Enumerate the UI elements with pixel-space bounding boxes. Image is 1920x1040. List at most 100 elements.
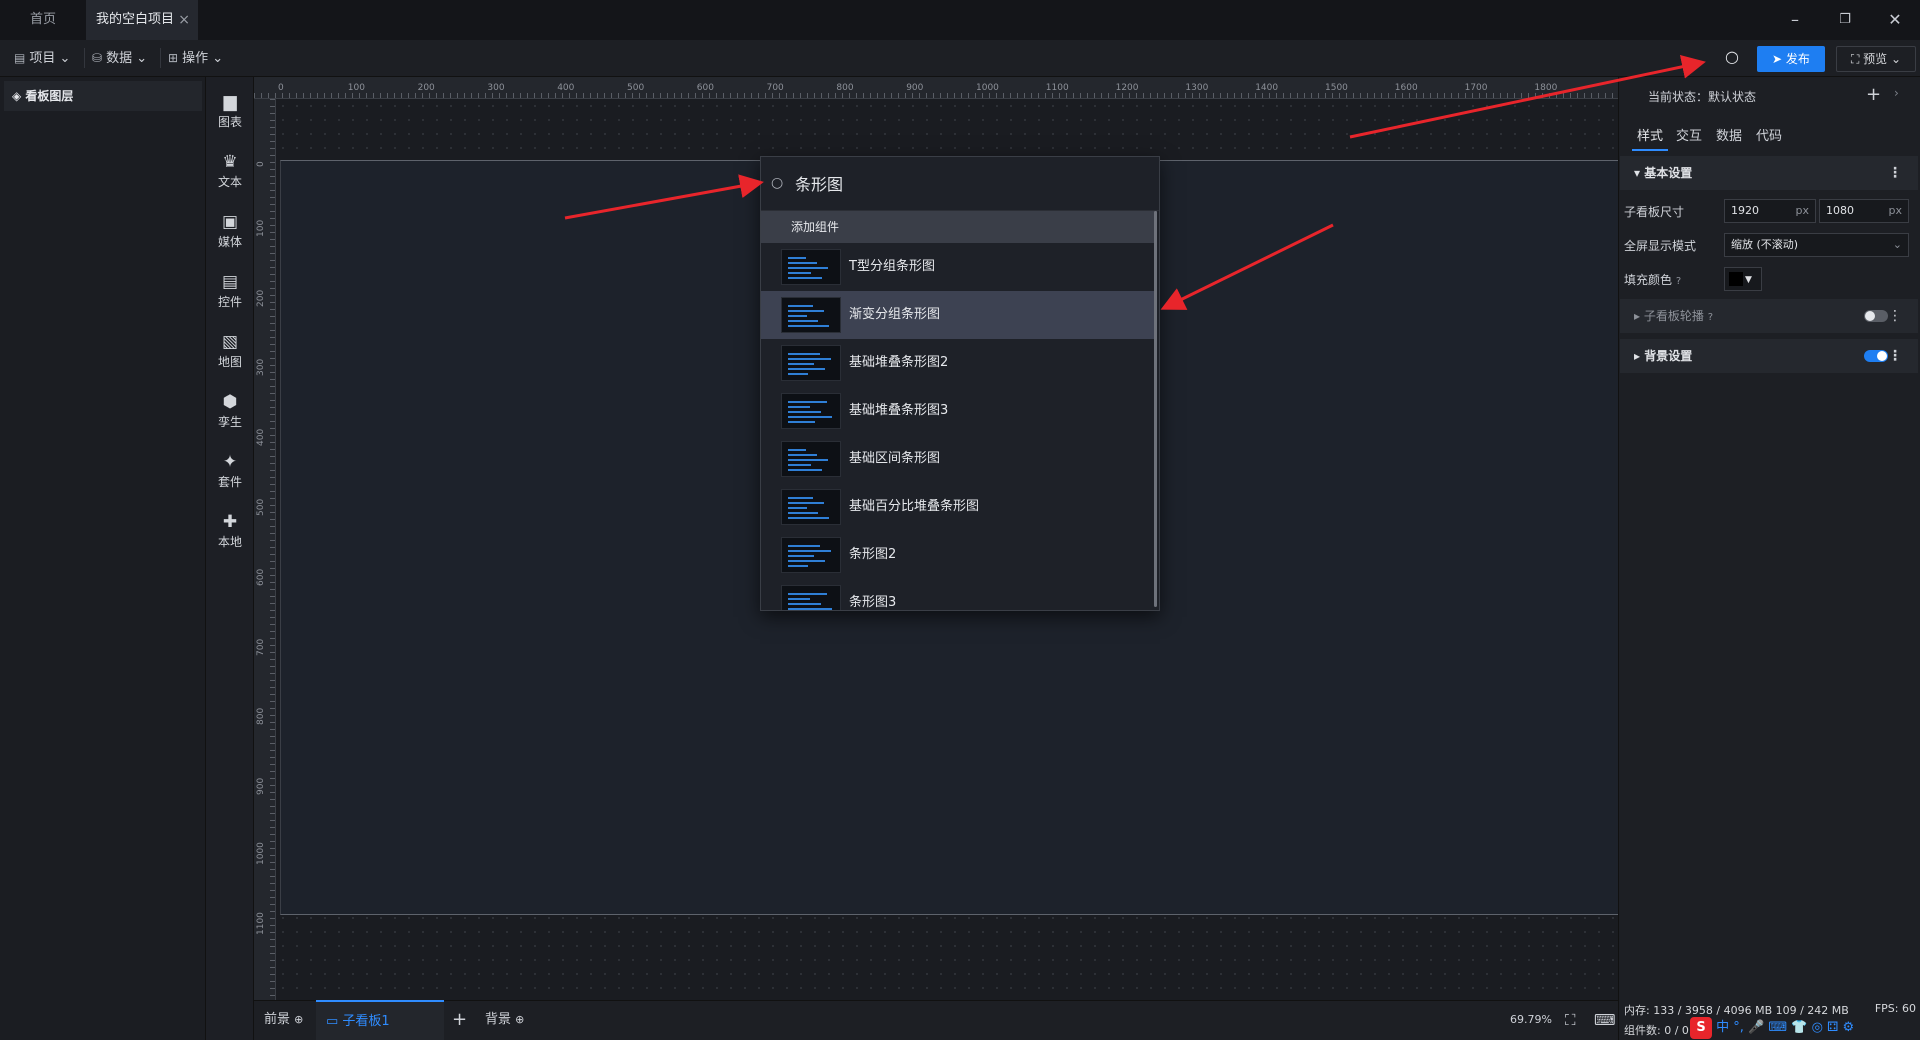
tab-code[interactable]: 代码 <box>1756 123 1782 151</box>
sidebar-item-kit[interactable]: ✦ 套件 <box>206 444 254 500</box>
more-icon[interactable]: ⋮ <box>1888 156 1902 190</box>
add-circle-icon[interactable]: ⊕ <box>294 1013 303 1026</box>
current-state-label: 当前状态：默认状态 <box>1648 90 1757 104</box>
add-state-icon[interactable]: + <box>1866 84 1881 105</box>
ruler-tick-label: 600 <box>256 568 266 586</box>
chevron-down-icon: ⌄ <box>1892 238 1902 251</box>
sidebar-item-map[interactable]: ▧ 地图 <box>206 324 254 380</box>
component-result-item[interactable]: 基础百分比堆叠条形图 <box>761 483 1157 531</box>
height-input[interactable]: 1080 px <box>1819 199 1909 223</box>
component-result-item[interactable]: 基础堆叠条形图2 <box>761 339 1157 387</box>
ime-icons[interactable]: 中 °, 🎤 ⌨ 👕 ◎ ⚃ ⚙ <box>1716 1020 1854 1035</box>
add-circle-icon[interactable]: ⊕ <box>515 1013 524 1026</box>
ruler-tick-label: 300 <box>256 359 266 377</box>
ruler-tick-label: 1000 <box>976 83 999 93</box>
component-result-item[interactable]: 条形图2 <box>761 531 1157 579</box>
component-search-dropdown: ○ 条形图 添加组件 T型分组条形图 渐变分组条形图 基础堆叠条形图2 基础堆叠条形图… <box>760 156 1160 611</box>
sidebar-item-local[interactable]: ✚ 本地 <box>206 504 254 560</box>
sidebar-item-control[interactable]: ▤ 控件 <box>206 264 254 320</box>
data-menu[interactable]: ⛁ 数据 ⌄ <box>92 40 147 77</box>
component-result-item[interactable]: 基础堆叠条形图3 <box>761 387 1157 435</box>
caret-down-icon: ▾ <box>1634 166 1645 180</box>
ruler-tick-label: 400 <box>557 83 575 93</box>
close-tab-icon[interactable]: × <box>178 0 190 40</box>
publish-button[interactable]: ➤ 发布 <box>1757 46 1825 72</box>
restore-icon[interactable]: ❐ <box>1820 0 1870 40</box>
ruler-tick-label: 1100 <box>256 911 266 935</box>
component-result-item[interactable]: 渐变分组条形图 <box>761 291 1157 339</box>
zoom-level[interactable]: 69.79% <box>1510 1000 1552 1040</box>
section-background-settings[interactable]: ▸ 背景设置 ⋮ <box>1620 339 1918 373</box>
project-menu[interactable]: ▤ 项目 ⌄ <box>14 40 70 77</box>
component-count: 组件数: 0 / 0 <box>1624 1024 1689 1037</box>
tab-project[interactable]: 我的空白项目 × <box>86 0 198 40</box>
fullscreen-mode-label: 全屏显示模式 <box>1624 239 1697 253</box>
preview-button[interactable]: ⛶ 预览 ⌄ <box>1836 46 1916 72</box>
ruler-tick-label: 800 <box>256 708 266 726</box>
tab-interaction[interactable]: 交互 <box>1676 123 1702 151</box>
sidebar-item-chart[interactable]: ▆ 图表 <box>206 84 254 140</box>
help-icon[interactable]: ? <box>1676 276 1681 287</box>
component-name: 条形图2 <box>849 547 897 562</box>
tab-home[interactable]: 首页 <box>0 0 86 40</box>
scrollbar[interactable] <box>1154 211 1157 607</box>
ruler-horizontal[interactable]: 0 100 200 300 400 500 600 700 800 900 1000 1100 1200… <box>254 77 1618 99</box>
component-result-item[interactable]: 条形图3 <box>761 579 1157 610</box>
operate-menu[interactable]: ⊞ 操作 ⌄ <box>168 40 223 77</box>
sidebar-item-media[interactable]: ▣ 媒体 <box>206 204 254 260</box>
ruler-tick-label: 1400 <box>1255 83 1279 93</box>
fit-screen-icon[interactable]: ⛶ <box>1565 1000 1576 1040</box>
section-label: 基本设置 <box>1644 166 1693 180</box>
background-toggle[interactable] <box>1864 350 1888 362</box>
unit-label: px <box>1795 204 1810 217</box>
ruler-tick-label: 1800 <box>1534 83 1558 93</box>
twin-icon: ⬢ <box>222 392 238 412</box>
fullscreen-mode-select[interactable]: 缩放 (不滚动) ⌄ <box>1724 233 1909 257</box>
ruler-tick-label: 700 <box>256 638 266 656</box>
sidebar-label: 媒体 <box>217 235 242 249</box>
ruler-tick-label: 1700 <box>1464 83 1488 93</box>
component-name: 条形图3 <box>849 595 897 610</box>
search-icon: ○ <box>771 175 784 191</box>
fill-color-picker[interactable]: ▼ <box>1724 267 1762 291</box>
sogou-logo-icon[interactable]: S <box>1690 1017 1712 1039</box>
component-result-item[interactable]: T型分组条形图 <box>761 243 1157 291</box>
width-input[interactable]: 1920 px <box>1724 199 1816 223</box>
keyboard-icon[interactable]: ⌨ <box>1594 1000 1616 1040</box>
sidebar-item-twin[interactable]: ⬢ 孪生 <box>206 384 254 440</box>
subboard-tab[interactable]: ▭ 子看板1 <box>316 1000 444 1040</box>
text-icon: ♛ <box>222 152 238 172</box>
section-basic-settings[interactable]: ▾ 基本设置 ⋮ <box>1620 156 1918 190</box>
component-name: T型分组条形图 <box>849 259 935 274</box>
ruler-tick-label: 900 <box>906 83 924 93</box>
minimize-icon[interactable]: – <box>1770 0 1820 40</box>
background-tab[interactable]: 背景 ⊕ <box>485 1000 524 1040</box>
file-icon: ▤ <box>14 51 26 65</box>
tab-data[interactable]: 数据 <box>1716 123 1742 151</box>
chevron-right-icon[interactable]: › <box>1894 86 1899 100</box>
search-query: 条形图 <box>795 175 844 194</box>
ime-toolbar: S 中 °, 🎤 ⌨ 👕 ◎ ⚃ ⚙ <box>1690 1016 1920 1040</box>
grid-icon: ⊞ <box>168 51 179 65</box>
layers-icon: ◈ <box>12 89 26 103</box>
add-subboard-button[interactable]: + <box>452 1000 467 1040</box>
close-window-icon[interactable]: ✕ <box>1870 0 1920 40</box>
layer-panel-title[interactable]: ◈ 看板图层 <box>4 81 202 111</box>
divider <box>160 48 161 68</box>
section-label: 子看板轮播 <box>1643 309 1704 323</box>
tab-style[interactable]: 样式 <box>1632 123 1668 151</box>
size-label: 子看板尺寸 <box>1624 205 1685 219</box>
unit-label: px <box>1888 204 1903 217</box>
foreground-tab[interactable]: 前景 ⊕ <box>264 1000 303 1040</box>
sidebar-item-text[interactable]: ♛ 文本 <box>206 144 254 200</box>
help-icon[interactable]: ? <box>1708 312 1713 323</box>
more-icon[interactable]: ⋮ <box>1888 299 1902 333</box>
more-icon[interactable]: ⋮ <box>1888 339 1902 373</box>
search-icon[interactable]: ○ <box>1718 47 1746 71</box>
ruler-vertical[interactable]: 0 100 200 300 400 500 600 700 800 900 1000 1100 <box>254 99 276 1000</box>
component-result-item[interactable]: 基础区间条形图 <box>761 435 1157 483</box>
ruler-tick-label: 0 <box>278 83 284 93</box>
component-search-input[interactable]: ○ 条形图 <box>761 157 1159 211</box>
section-subboard-carousel[interactable]: ▸ 子看板轮播 ? ⋮ <box>1620 299 1918 333</box>
carousel-toggle[interactable] <box>1864 310 1888 322</box>
